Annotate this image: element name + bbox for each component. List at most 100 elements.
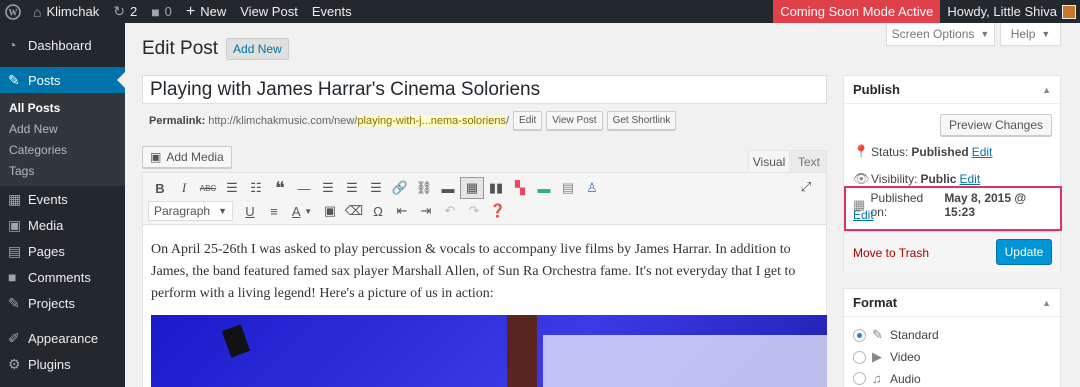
gray-bar-icon[interactable]: ▤ xyxy=(556,177,580,199)
outdent-icon[interactable]: ⇤ xyxy=(390,200,414,222)
collapse-icon[interactable]: ▲ xyxy=(1042,298,1051,308)
submenu-tags[interactable]: Tags xyxy=(0,160,125,181)
post-title-input[interactable]: Playing with James Harrar's Cinema Solor… xyxy=(142,75,827,104)
post-editor: B I ABC ☰ ☷ ❝ — ☰ ☰ ☰ 🔗 ⛓ ▬ ▦ ▮▮ ▚ ▬ ▤ ♙… xyxy=(142,172,827,387)
updates-link[interactable]: ↻ 2 xyxy=(106,0,144,23)
user-lock-icon[interactable]: ♙ xyxy=(580,177,604,199)
eye-icon: 👁 xyxy=(853,171,870,186)
wordpress-logo-icon[interactable]: W xyxy=(0,0,26,23)
account-menu[interactable]: Howdy, Little Shiva xyxy=(940,0,1080,23)
sidebar-item-plugins[interactable]: ⚙ Plugins xyxy=(0,351,125,377)
help-icon[interactable]: ❓ xyxy=(486,200,510,222)
format-option-audio[interactable]: ♫ Audio xyxy=(853,371,921,386)
caret-down-icon: ▼ xyxy=(218,206,227,216)
preview-changes-button[interactable]: Preview Changes xyxy=(939,114,1052,136)
unlink-icon[interactable]: ⛓ xyxy=(412,177,436,199)
tab-visual[interactable]: Visual xyxy=(748,150,790,173)
paste-text-icon[interactable]: ▣ xyxy=(318,200,342,222)
insert-link-icon[interactable]: 🔗 xyxy=(388,177,412,199)
sidebar-item-events[interactable]: ▦ Events xyxy=(0,186,125,212)
align-left-icon[interactable]: ☰ xyxy=(316,177,340,199)
horizontal-line-icon[interactable]: — xyxy=(292,177,316,199)
format-header[interactable]: Format ▲ xyxy=(844,289,1060,317)
comments-link[interactable]: ■ 0 xyxy=(144,0,179,23)
submenu-categories[interactable]: Categories xyxy=(0,139,125,160)
clear-formatting-icon[interactable]: ⌫ xyxy=(342,200,366,222)
view-post-button[interactable]: View Post xyxy=(546,111,603,130)
events-label: Events xyxy=(311,4,352,19)
read-more-icon[interactable]: ▬ xyxy=(436,177,460,199)
post-image[interactable] xyxy=(151,315,827,387)
bold-icon[interactable]: B xyxy=(148,177,172,199)
plus-icon: + xyxy=(185,2,196,20)
format-option-standard[interactable]: ✎ Standard xyxy=(853,327,939,343)
undo-icon[interactable]: ↶ xyxy=(438,200,462,222)
add-new-button[interactable]: Add New xyxy=(226,38,289,60)
permalink-label: Permalink: xyxy=(149,114,206,127)
publish-actions: Move to Trash Update xyxy=(844,231,1060,273)
events-link[interactable]: Events xyxy=(305,0,359,23)
edit-permalink-button[interactable]: Edit xyxy=(513,111,543,130)
new-label: New xyxy=(200,4,227,19)
sidebar-item-label: Plugins xyxy=(28,356,71,372)
blockquote-icon[interactable]: ❝ xyxy=(268,177,292,199)
editor-toolbar: B I ABC ☰ ☷ ❝ — ☰ ☰ ☰ 🔗 ⛓ ▬ ▦ ▮▮ ▚ ▬ ▤ ♙… xyxy=(143,173,826,225)
radio-button[interactable] xyxy=(853,328,866,342)
coming-soon-badge[interactable]: Coming Soon Mode Active xyxy=(773,0,941,23)
sidebar-item-appearance[interactable]: ✐ Appearance xyxy=(0,325,125,351)
sidebar-item-pages[interactable]: ▤ Pages xyxy=(0,238,125,264)
move-to-trash-link[interactable]: Move to Trash xyxy=(853,246,929,260)
toolbar-row-1: B I ABC ☰ ☷ ❝ — ☰ ☰ ☰ 🔗 ⛓ ▬ ▦ ▮▮ ▚ ▬ ▤ ♙ xyxy=(148,177,604,199)
sidebar-item-comments[interactable]: ■ Comments xyxy=(0,264,125,290)
sidebar-item-media[interactable]: ▣ Media xyxy=(0,212,125,238)
view-post-label: View Post xyxy=(240,4,298,19)
text-color-icon[interactable]: A ▼ xyxy=(286,200,318,222)
shortcode-icon[interactable]: ▮▮ xyxy=(484,177,508,199)
publish-header[interactable]: Publish ▲ xyxy=(844,76,1060,104)
submenu-add-new[interactable]: Add New xyxy=(0,118,125,139)
align-center-icon[interactable]: ☰ xyxy=(340,177,364,199)
update-button[interactable]: Update xyxy=(996,239,1052,265)
radio-button[interactable] xyxy=(853,350,866,364)
submenu-all-posts[interactable]: All Posts xyxy=(0,97,125,118)
indent-icon[interactable]: ⇥ xyxy=(414,200,438,222)
fullscreen-icon[interactable]: ⤢ xyxy=(794,176,818,198)
sidebar-item-posts[interactable]: ✎ Posts xyxy=(0,67,125,93)
format-option-video[interactable]: ▶ Video xyxy=(853,349,920,365)
sidebar-item-label: Projects xyxy=(28,295,75,311)
underline-icon[interactable]: U xyxy=(238,200,262,222)
screen-options-button[interactable]: Screen Options ▼ xyxy=(886,23,995,46)
format-option-label: Video xyxy=(890,350,921,364)
edit-visibility-link[interactable]: Edit xyxy=(959,172,980,186)
edit-date-link[interactable]: Edit xyxy=(853,208,874,222)
get-shortlink-button[interactable]: Get Shortlink xyxy=(606,111,677,130)
add-media-label: Add Media xyxy=(166,150,224,164)
collapse-icon[interactable]: ▲ xyxy=(1042,85,1051,95)
view-post-link[interactable]: View Post xyxy=(233,0,305,23)
bullet-list-icon[interactable]: ☰ xyxy=(220,177,244,199)
radio-button[interactable] xyxy=(853,372,866,385)
justify-icon[interactable]: ≡ xyxy=(262,200,286,222)
help-button[interactable]: Help ▼ xyxy=(1000,23,1061,46)
sidebar-item-projects[interactable]: ✎ Projects xyxy=(0,290,125,316)
redo-icon[interactable]: ↷ xyxy=(462,200,486,222)
format-select[interactable]: Paragraph ▼ xyxy=(148,201,233,221)
new-content-link[interactable]: + New xyxy=(179,0,233,23)
edit-status-link[interactable]: Edit xyxy=(972,145,993,159)
help-label: Help xyxy=(1010,27,1036,41)
editor-content[interactable]: On April 25-26th I was asked to play per… xyxy=(143,225,826,305)
toolbar-toggle-icon[interactable]: ▦ xyxy=(460,177,484,199)
numbered-list-icon[interactable]: ☷ xyxy=(244,177,268,199)
sidebar-item-dashboard[interactable]: ◔ Dashboard xyxy=(0,32,125,58)
add-media-button[interactable]: ▣ Add Media xyxy=(142,146,232,168)
site-name-link[interactable]: ⌂ Klimchak xyxy=(26,0,106,23)
italic-icon[interactable]: I xyxy=(172,177,196,199)
special-character-icon[interactable]: Ω xyxy=(366,200,390,222)
permalink-slug[interactable]: playing-with-j...nema-soloriens xyxy=(357,114,506,127)
green-bar-icon[interactable]: ▬ xyxy=(532,177,556,199)
color-grid-icon[interactable]: ▚ xyxy=(508,177,532,199)
tab-text[interactable]: Text xyxy=(791,150,827,173)
format-option-label: Audio xyxy=(890,371,921,386)
align-right-icon[interactable]: ☰ xyxy=(364,177,388,199)
strikethrough-icon[interactable]: ABC xyxy=(196,177,220,199)
